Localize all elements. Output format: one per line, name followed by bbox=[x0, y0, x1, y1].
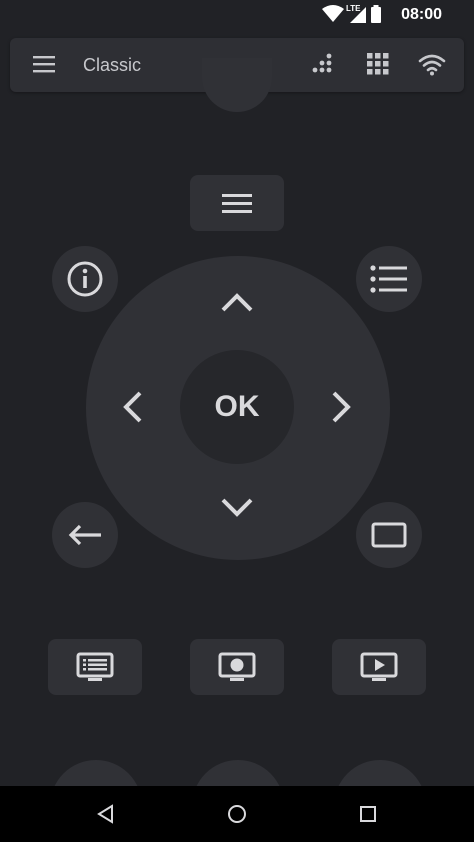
dpad-right-button[interactable] bbox=[326, 386, 358, 428]
chevron-up-icon bbox=[221, 293, 253, 312]
play-button[interactable] bbox=[332, 639, 426, 695]
guide-button[interactable] bbox=[48, 639, 142, 695]
cell-signal-icon bbox=[350, 7, 366, 23]
scrolled-button-partial[interactable] bbox=[202, 58, 272, 112]
guide-icon bbox=[76, 652, 114, 681]
chevron-down-icon bbox=[221, 498, 253, 517]
chevron-right-icon bbox=[332, 391, 351, 423]
record-button[interactable] bbox=[190, 639, 284, 695]
dpad-left-button[interactable] bbox=[116, 386, 148, 428]
list-icon bbox=[370, 265, 407, 293]
lte-signal: LTE bbox=[346, 4, 366, 23]
hamburger-icon bbox=[222, 194, 252, 213]
hamburger-menu-icon[interactable] bbox=[32, 54, 56, 74]
list-button[interactable] bbox=[356, 246, 422, 312]
dotpad-icon[interactable] bbox=[310, 52, 334, 76]
tv-screen-icon bbox=[371, 522, 407, 548]
chevron-left-icon bbox=[123, 391, 142, 423]
wifi-signal-icon bbox=[322, 5, 344, 22]
back-button[interactable] bbox=[52, 502, 118, 568]
info-button[interactable] bbox=[52, 246, 118, 312]
battery-icon bbox=[371, 5, 381, 23]
status-bar: LTE 08:00 bbox=[0, 0, 474, 30]
nav-recents-icon[interactable] bbox=[358, 804, 378, 824]
dpad-up-button[interactable] bbox=[216, 286, 258, 318]
menu-button[interactable] bbox=[190, 175, 284, 231]
info-icon bbox=[67, 261, 103, 297]
dpad-down-button[interactable] bbox=[216, 492, 258, 524]
toolbar-title[interactable]: Classic bbox=[83, 55, 141, 76]
play-icon bbox=[360, 652, 398, 681]
status-icons: LTE bbox=[322, 4, 382, 23]
nav-home-icon[interactable] bbox=[227, 804, 247, 824]
back-arrow-icon bbox=[68, 524, 101, 546]
tv-screen-button[interactable] bbox=[356, 502, 422, 568]
nav-back-icon[interactable] bbox=[96, 804, 116, 824]
system-navigation-bar bbox=[0, 786, 474, 842]
record-icon bbox=[218, 652, 256, 681]
status-time: 08:00 bbox=[401, 6, 442, 23]
grid-icon[interactable] bbox=[366, 52, 390, 76]
wifi-icon[interactable] bbox=[418, 52, 446, 76]
ok-button[interactable]: OK bbox=[180, 350, 294, 464]
